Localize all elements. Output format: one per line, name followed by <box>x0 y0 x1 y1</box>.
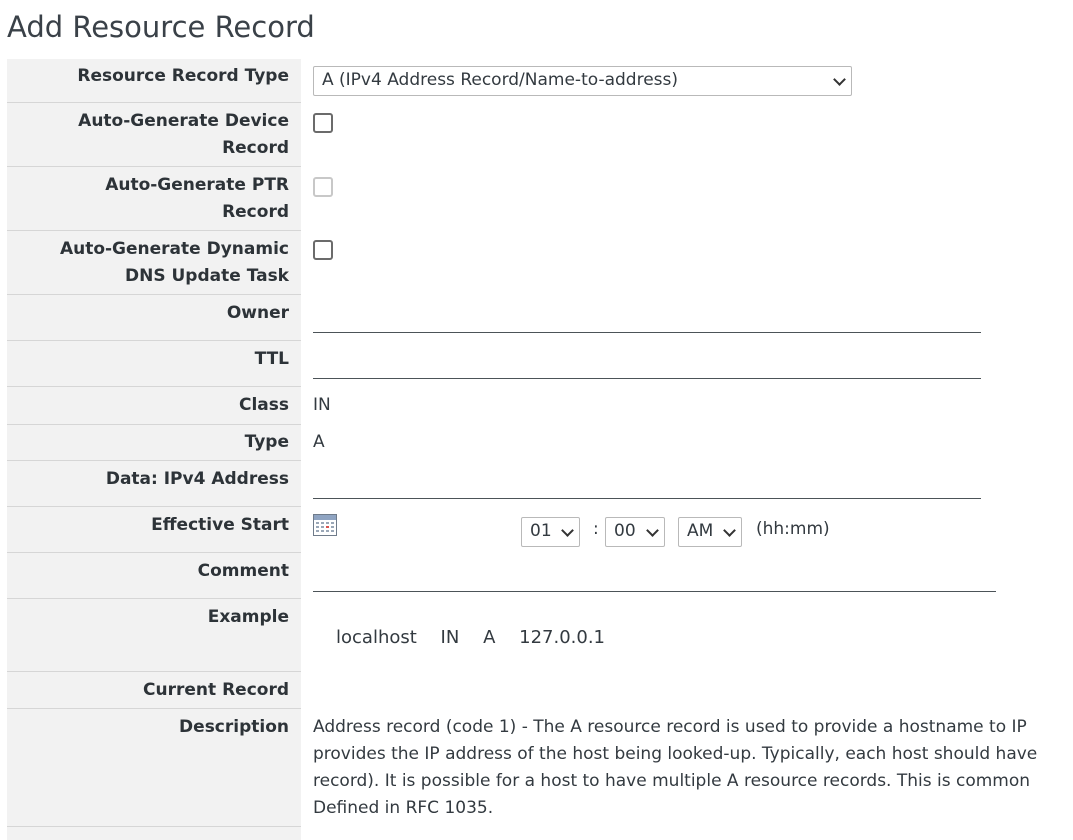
auto-device-checkbox[interactable] <box>313 113 333 133</box>
page-title: Add Resource Record <box>7 10 315 44</box>
description-label: Description <box>179 717 289 737</box>
example-label: Example <box>207 607 289 627</box>
owner-label: Owner <box>226 303 289 323</box>
auto-ddns-label: Auto-Generate Dynamic DNS Update Task <box>59 239 289 286</box>
row-separator <box>7 460 301 461</box>
minute-select[interactable]: 00 <box>605 517 665 547</box>
rr-type-select[interactable]: A (IPv4 Address Record/Name-to-address) <box>313 66 852 96</box>
description-line: Address record (code 1) - The A resource… <box>313 717 1027 737</box>
time-separator: : <box>593 519 599 539</box>
ttl-label: TTL <box>254 349 289 369</box>
description-line: Defined in RFC 1035. <box>313 798 494 818</box>
class-label: Class <box>238 395 289 415</box>
rr-type-label: Resource Record Type <box>77 66 289 86</box>
row-separator <box>7 598 301 599</box>
time-format-hint: (hh:mm) <box>756 519 830 539</box>
type-label: Type <box>244 432 289 452</box>
row-separator <box>7 552 301 553</box>
chevron-down-icon <box>646 524 659 537</box>
row-separator <box>7 230 301 231</box>
chevron-down-icon <box>723 524 736 537</box>
row-separator <box>7 294 301 295</box>
auto-ptr-label: Auto-Generate PTR Record <box>105 175 289 222</box>
example-record: localhost IN A 127.0.0.1 <box>336 624 623 651</box>
auto-ptr-checkbox[interactable] <box>313 177 333 197</box>
chevron-down-icon <box>561 524 574 537</box>
current-record-label: Current Record <box>143 680 289 700</box>
row-separator <box>7 826 301 827</box>
calendar-icon[interactable] <box>313 514 337 536</box>
type-value: A <box>313 432 325 452</box>
hour-select[interactable]: 01 <box>521 517 580 547</box>
example-type: A <box>483 627 496 648</box>
row-separator <box>7 340 301 341</box>
hour-value: 01 <box>530 521 552 541</box>
chevron-down-icon <box>833 73 846 86</box>
example-host: localhost <box>336 627 417 648</box>
rr-type-selected: A (IPv4 Address Record/Name-to-address) <box>322 70 679 90</box>
example-class: IN <box>440 627 460 648</box>
example-address: 127.0.0.1 <box>519 627 606 648</box>
comment-label: Comment <box>197 561 289 581</box>
auto-ddns-checkbox[interactable] <box>313 240 333 260</box>
minute-value: 00 <box>614 521 636 541</box>
row-separator <box>7 671 301 672</box>
comment-input[interactable] <box>313 591 996 592</box>
description-line: record). It is possible for a host to ha… <box>313 771 1031 791</box>
effective-start-label: Effective Start <box>151 515 289 535</box>
owner-input[interactable] <box>313 332 981 333</box>
class-value: IN <box>313 395 331 415</box>
row-separator <box>7 708 301 709</box>
ipv4-input[interactable] <box>313 498 981 499</box>
row-separator <box>7 386 301 387</box>
description-line: provides the IP address of the host bein… <box>313 744 1038 764</box>
row-separator <box>7 102 301 103</box>
row-separator <box>7 424 301 425</box>
description-text: Address record (code 1) - The A resource… <box>313 714 1073 822</box>
row-separator <box>7 166 301 167</box>
ampm-value: AM <box>687 521 714 541</box>
add-resource-record-page: Add Resource Record Resource Record Type… <box>0 0 1073 840</box>
ampm-select[interactable]: AM <box>678 517 742 547</box>
ipv4-label: Data: IPv4 Address <box>105 469 289 489</box>
row-separator <box>7 506 301 507</box>
auto-device-label: Auto-Generate Device Record <box>78 111 289 158</box>
ttl-input[interactable] <box>313 378 981 379</box>
